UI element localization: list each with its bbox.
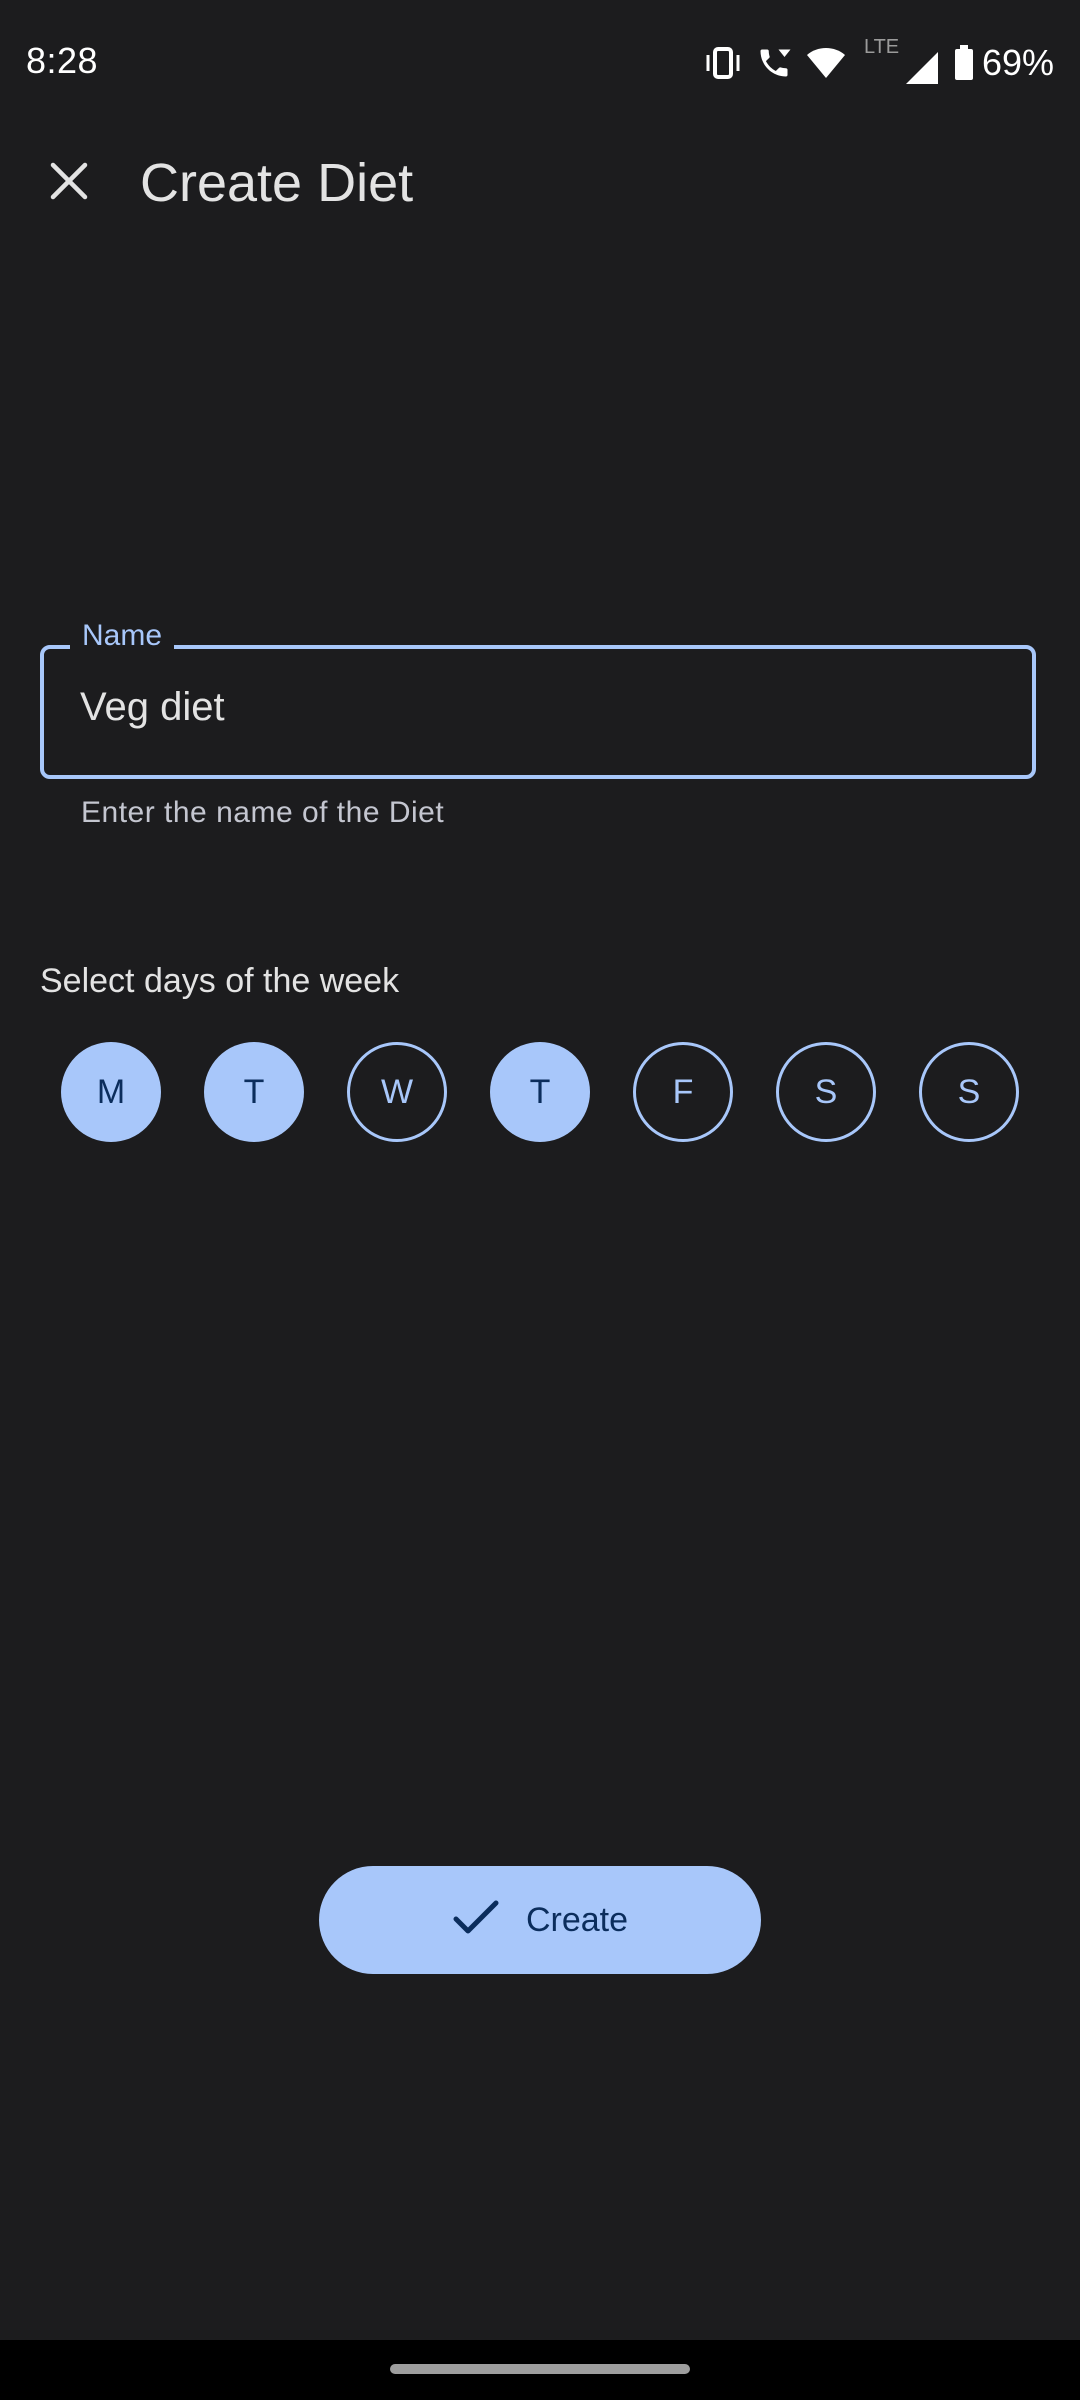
battery-percent: 69% — [981, 42, 1054, 83]
day-toggle-thursday[interactable]: T — [490, 1042, 590, 1142]
home-gesture-handle[interactable] — [390, 2364, 690, 2374]
cellular-signal-icon: LTE — [860, 36, 940, 86]
day-toggle-tuesday[interactable]: T — [204, 1042, 304, 1142]
day-toggle-friday[interactable]: F — [633, 1042, 733, 1142]
vibrate-icon — [704, 46, 742, 80]
day-toggle-monday[interactable]: M — [61, 1042, 161, 1142]
create-button-label: Create — [525, 1900, 629, 1939]
name-field[interactable]: Name — [40, 619, 1036, 779]
day-toggle-sunday[interactable]: S — [919, 1042, 1019, 1142]
create-button[interactable]: Create — [319, 1866, 761, 1974]
day-toggle-wednesday[interactable]: W — [347, 1042, 447, 1142]
name-helper-text: Enter the name of the Diet — [81, 796, 445, 829]
page-title: Create Diet — [140, 153, 414, 213]
network-type-label: LTE — [863, 36, 900, 58]
wifi-icon — [806, 47, 846, 79]
status-icons: LTE 69% — [704, 36, 1054, 88]
name-input[interactable] — [80, 685, 980, 730]
days-heading: Select days of the week — [40, 962, 400, 1000]
wifi-calling-icon — [756, 45, 792, 81]
close-icon — [49, 161, 89, 206]
name-field-label: Name — [70, 619, 175, 653]
status-time: 8:28 — [26, 40, 99, 81]
battery-icon — [954, 45, 974, 81]
check-icon — [452, 1899, 500, 1942]
close-button[interactable] — [36, 150, 102, 216]
screen: 8:28 LTE 69% Create Diet Name Veg diet E… — [0, 0, 1080, 2400]
day-toggle-saturday[interactable]: S — [776, 1042, 876, 1142]
